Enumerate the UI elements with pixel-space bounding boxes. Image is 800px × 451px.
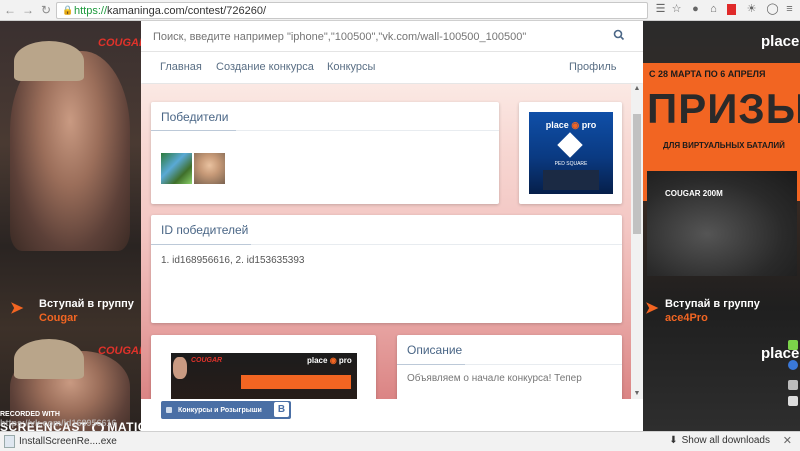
promo-diamond-icon [557, 132, 583, 158]
banner-brand-right: place ◉ pro [307, 356, 352, 365]
extension-flag-icon[interactable] [727, 4, 736, 15]
ad-left-brand: Cougar [39, 312, 78, 324]
page-footer: Конкурсы и Розыгрыши B [141, 399, 643, 431]
status-url-overlay: https://vk.com/id168956616 [0, 418, 117, 428]
nav-item-home[interactable]: Главная [160, 61, 202, 73]
vk-logo-icon: B [274, 402, 289, 417]
description-text: Объявляем о начале конкурса! Тепер [407, 373, 582, 384]
tray-icon-3[interactable] [788, 380, 798, 390]
promo-card[interactable]: place ◉ pro PED SQUARE [519, 102, 622, 204]
vk-group-widget[interactable]: Конкурсы и Розыгрыши B [161, 401, 291, 419]
ad-right-date: С 28 МАРТА ПО 6 АПРЕЛЯ [649, 69, 766, 79]
winner-ids-text: 1. id168956616, 2. id153635393 [161, 255, 305, 266]
promo-desk-image [543, 170, 599, 190]
taskbar-tray [786, 330, 800, 430]
reload-icon[interactable]: ↻ [38, 2, 54, 18]
winner-avatar-1[interactable] [161, 153, 192, 184]
search-icon[interactable] [613, 29, 625, 41]
download-file-name: InstallScreenRe....exe [19, 436, 117, 447]
ad-left-character-image-top [10, 51, 130, 251]
ad-left-cap-image [14, 41, 84, 81]
scroll-thumb[interactable] [633, 114, 641, 234]
ad-right-brand: ace4Pro [665, 312, 708, 324]
vk-widget-label: Конкурсы и Розыгрыши [178, 406, 262, 414]
banner-brand-left: COUGAR [191, 357, 223, 364]
translate-icon[interactable]: ☰ [654, 3, 667, 16]
nav-item-profile[interactable]: Профиль [569, 61, 617, 73]
address-url[interactable]: https://kamaninga.com/contest/726260/ [74, 5, 266, 17]
ad-left-logo-2: COUGAR [98, 345, 141, 357]
ad-right-product: COUGAR 200M [665, 189, 723, 198]
content-area: Победители place ◉ pro PED SQUARE ID поб… [141, 84, 643, 409]
description-divider [465, 364, 622, 365]
address-bar[interactable]: 🔒 https://kamaninga.com/contest/726260/ [56, 2, 648, 19]
nav-item-contests[interactable]: Конкурсы [327, 61, 375, 73]
tray-icon-1[interactable] [788, 340, 798, 350]
winners-title: Победители [161, 110, 229, 124]
bookmark-star-icon[interactable]: ☆ [670, 3, 683, 16]
winner-ids-divider [251, 244, 622, 245]
show-all-downloads[interactable]: ⬇ Show all downloads [669, 435, 770, 446]
winners-title-underline [151, 130, 236, 131]
ad-left-logo: COUGAR [98, 37, 141, 49]
menu-icon[interactable]: ≡ [783, 3, 796, 16]
bluetooth-icon[interactable] [788, 360, 798, 370]
extension-icon[interactable]: ● [689, 3, 702, 16]
lock-icon: 🔒 [62, 5, 74, 15]
home-icon[interactable]: ⌂ [707, 3, 720, 16]
vk-widget-icon [166, 407, 172, 413]
winners-divider [236, 130, 499, 131]
ad-right-mouse-image [647, 171, 797, 276]
ad-left-cta: Вступай в группу [39, 298, 134, 310]
ad-right-subline: ДЛЯ ВИРТУАЛЬНЫХ БАТАЛИЙ [663, 141, 785, 150]
description-title: Описание [407, 343, 463, 357]
scroll-up-icon[interactable]: ▲ [631, 84, 643, 94]
scroll-down-icon[interactable]: ▼ [631, 389, 643, 399]
download-bar: InstallScreenRe....exe ⬇ Show all downloa… [0, 431, 800, 451]
winner-avatar-2[interactable] [194, 153, 225, 184]
search-input[interactable] [151, 27, 595, 47]
winner-ids-title-underline [151, 244, 251, 245]
ad-left-cap-image-2 [14, 339, 84, 379]
close-icon[interactable]: ✕ [783, 434, 792, 447]
promo-brand-circle-icon: ◉ [571, 120, 580, 130]
page-scrollbar[interactable]: ▲ ▼ [631, 84, 643, 399]
show-all-downloads-label: Show all downloads [681, 435, 770, 446]
back-icon[interactable]: ← [2, 2, 18, 18]
winners-card: Победители [151, 102, 499, 204]
download-arrow-icon: ⬇ [669, 435, 678, 446]
description-card: Описание Объявляем о начале конкурса! Те… [397, 335, 622, 409]
promo-caption: PED SQUARE [554, 161, 588, 167]
tray-icon-4[interactable] [788, 396, 798, 406]
search-bar [141, 21, 643, 52]
extension-2-icon[interactable]: ☀ [745, 3, 758, 16]
ad-left-cougar-icon: ➤ [10, 300, 24, 317]
right-advertisement[interactable]: place С 28 МАРТА ПО 6 АПРЕЛЯ ПРИЗЫ ДЛЯ В… [643, 21, 800, 431]
banner-orange-strip [241, 375, 351, 389]
browser-toolbar: ← → ↻ 🔒 https://kamaninga.com/contest/72… [0, 0, 800, 21]
download-item[interactable]: InstallScreenRe....exe [0, 432, 260, 451]
main-page: Главная Создание конкурса Конкурсы Профи… [141, 21, 643, 431]
ad-right-cta: Вступай в группу [665, 298, 760, 310]
description-title-underline [397, 364, 465, 365]
nav-item-create-contest[interactable]: Создание конкурса [216, 61, 314, 73]
ad-right-headline: ПРИЗЫ [647, 85, 800, 132]
extension-3-icon[interactable]: ◯ [766, 3, 779, 16]
winner-ids-title: ID победителей [161, 223, 249, 237]
download-file-icon [4, 435, 15, 448]
banner-card[interactable]: COUGAR place ◉ pro [151, 335, 376, 409]
main-nav: Главная Создание конкурса Конкурсы Профи… [141, 52, 643, 83]
promo-image: place ◉ pro PED SQUARE [529, 112, 613, 194]
banner-figure-image [173, 357, 187, 379]
ad-right-brand-top: place [761, 33, 800, 50]
watermark-line1: RECORDED WITH [0, 411, 60, 418]
promo-brand: place ◉ pro [545, 120, 597, 130]
forward-icon[interactable]: → [20, 2, 36, 18]
left-advertisement[interactable]: COUGAR ➤ Вступай в группу Cougar COUGAR [0, 21, 141, 431]
winner-ids-card: ID победителей 1. id168956616, 2. id1536… [151, 215, 622, 323]
